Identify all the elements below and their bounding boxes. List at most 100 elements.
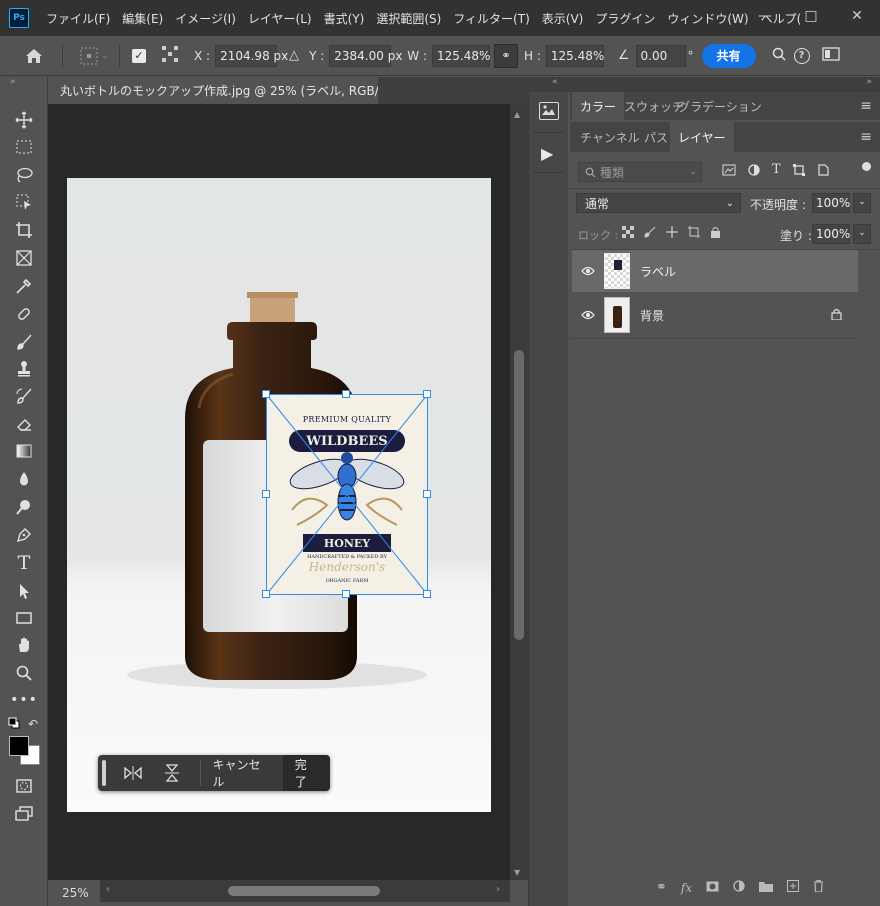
layer-row-label[interactable]: ラベル xyxy=(572,250,858,292)
move-tool-icon[interactable] xyxy=(12,109,36,131)
maximize-icon[interactable]: □ xyxy=(788,0,834,32)
history-brush-tool-icon[interactable] xyxy=(12,385,36,407)
lock-artboard-icon[interactable] xyxy=(688,226,700,241)
transform-handle-top-left[interactable] xyxy=(262,390,270,398)
home-icon[interactable] xyxy=(20,48,48,64)
vertical-scrollbar[interactable]: ▲ ▼ xyxy=(510,104,528,880)
layers-menu-icon[interactable]: ≡ xyxy=(860,129,872,145)
swap-colors-icon[interactable]: ↶ xyxy=(28,717,38,731)
quick-mask-icon[interactable] xyxy=(12,775,36,797)
fill-field[interactable]: 100% xyxy=(812,224,850,244)
transform-handle-left[interactable] xyxy=(262,490,270,498)
stamp-tool-icon[interactable] xyxy=(12,358,36,380)
horizontal-scroll-thumb[interactable] xyxy=(228,886,380,896)
menu-view[interactable]: 表示(V) xyxy=(536,10,590,27)
close-icon[interactable]: ✕ xyxy=(834,0,880,32)
reference-point-icon[interactable]: ⌄ xyxy=(79,46,109,66)
default-colors-icon[interactable] xyxy=(8,717,20,732)
menu-plugins[interactable]: プラグイン xyxy=(589,10,661,27)
workspace-icon[interactable] xyxy=(821,47,840,64)
dodge-tool-icon[interactable] xyxy=(12,496,36,518)
menu-window[interactable]: ウィンドウ(W) xyxy=(661,10,754,27)
minimize-icon[interactable]: — xyxy=(742,0,788,32)
screen-mode-icon[interactable] xyxy=(12,803,36,825)
foreground-color-swatch[interactable] xyxy=(9,736,29,756)
healing-brush-tool-icon[interactable] xyxy=(12,303,36,325)
menu-type[interactable]: 書式(Y) xyxy=(318,10,371,27)
width-field[interactable]: 125.48% xyxy=(432,44,490,67)
properties-panel-icon[interactable] xyxy=(539,102,559,120)
eraser-tool-icon[interactable] xyxy=(12,413,36,435)
gradient-tool-icon[interactable] xyxy=(12,440,36,462)
delta-icon[interactable]: △ xyxy=(289,48,299,63)
filter-pixel-icon[interactable] xyxy=(722,164,736,179)
layer-name[interactable]: 背景 xyxy=(640,307,664,324)
pen-tool-icon[interactable] xyxy=(12,524,36,546)
layer-filter-search[interactable]: 種類 ⌄ xyxy=(578,162,702,182)
expand-panels-icon[interactable]: « xyxy=(552,77,558,87)
frame-tool-icon[interactable] xyxy=(12,247,36,269)
transform-handle-bottom-right[interactable] xyxy=(423,590,431,598)
new-group-icon[interactable] xyxy=(759,881,774,895)
y-position-field[interactable]: 2384.00 px xyxy=(329,44,402,67)
crop-tool-icon[interactable] xyxy=(12,219,36,241)
drag-handle[interactable] xyxy=(102,760,106,786)
menu-layer[interactable]: レイヤー(L) xyxy=(242,10,318,27)
tab-gradients[interactable]: グラデーション xyxy=(670,92,770,120)
transform-handle-top[interactable] xyxy=(342,390,350,398)
filter-type-icon[interactable]: T xyxy=(772,163,781,179)
eyedropper-tool-icon[interactable] xyxy=(12,275,36,297)
height-field[interactable]: 125.48% xyxy=(545,44,604,67)
visibility-eye-icon[interactable] xyxy=(572,266,604,276)
rectangle-tool-icon[interactable] xyxy=(12,607,36,629)
share-button[interactable]: 共有 xyxy=(701,43,756,68)
show-reference-checkbox[interactable]: ✓ xyxy=(132,48,146,63)
cancel-button[interactable]: キャンセル xyxy=(200,755,282,791)
zoom-level[interactable]: 25% xyxy=(62,886,89,900)
menu-filter[interactable]: フィルター(T) xyxy=(447,10,535,27)
transform-bounding-box[interactable] xyxy=(262,390,432,599)
filter-smart-object-icon[interactable] xyxy=(817,164,829,179)
vertical-scroll-thumb[interactable] xyxy=(514,350,524,640)
type-tool-icon[interactable]: T xyxy=(12,552,36,574)
flip-horizontal-icon[interactable] xyxy=(114,766,153,780)
rotation-field[interactable]: 0.00 xyxy=(635,44,686,67)
link-layers-icon[interactable]: ⚭ xyxy=(656,880,667,895)
new-layer-icon[interactable] xyxy=(787,880,800,895)
add-mask-icon[interactable] xyxy=(706,881,719,895)
filter-shape-icon[interactable] xyxy=(792,164,805,179)
object-select-tool-icon[interactable] xyxy=(12,191,36,213)
fill-dropdown-icon[interactable]: ⌄ xyxy=(853,224,871,244)
opacity-field[interactable]: 100% xyxy=(812,193,850,213)
brush-tool-icon[interactable] xyxy=(12,331,36,353)
zoom-tool-icon[interactable] xyxy=(12,662,36,684)
filter-toggle-icon[interactable] xyxy=(862,162,871,171)
layer-row-background[interactable]: 背景 xyxy=(572,294,858,336)
search-icon[interactable] xyxy=(772,47,786,64)
fx-icon[interactable]: fx xyxy=(681,881,692,895)
collapse-panels-icon[interactable]: » xyxy=(866,77,872,87)
hand-tool-icon[interactable] xyxy=(12,634,36,656)
transform-handle-bottom-left[interactable] xyxy=(262,590,270,598)
horizontal-scrollbar[interactable]: ‹ › xyxy=(100,880,510,902)
tab-layers[interactable]: レイヤー xyxy=(670,122,734,152)
menu-select[interactable]: 選択範囲(S) xyxy=(370,10,447,27)
layer-name[interactable]: ラベル xyxy=(640,263,676,280)
more-tools-icon[interactable]: ••• xyxy=(10,689,37,711)
document-tab[interactable]: 丸いボトルのモックアップ作成.jpg @ 25% (ラベル, RGB/8) × xyxy=(48,77,409,104)
menu-file[interactable]: ファイル(F) xyxy=(40,10,116,27)
adjustment-layer-icon[interactable] xyxy=(733,880,745,895)
filter-adjustment-icon[interactable] xyxy=(748,164,760,179)
help-icon[interactable]: ? xyxy=(793,47,810,64)
x-position-field[interactable]: 2104.98 px xyxy=(215,44,288,67)
transform-handle-top-right[interactable] xyxy=(423,390,431,398)
link-icon[interactable]: ⚭ xyxy=(494,43,518,68)
blend-mode-select[interactable]: 通常 ⌄ xyxy=(576,193,741,213)
path-selection-tool-icon[interactable] xyxy=(12,580,36,602)
opacity-dropdown-icon[interactable]: ⌄ xyxy=(853,193,871,213)
panel-menu-icon[interactable]: ≡ xyxy=(860,98,872,114)
blur-tool-icon[interactable] xyxy=(12,468,36,490)
menu-image[interactable]: イメージ(I) xyxy=(169,10,242,27)
lock-pixels-icon[interactable] xyxy=(644,226,656,241)
lock-position-icon[interactable] xyxy=(666,226,678,241)
